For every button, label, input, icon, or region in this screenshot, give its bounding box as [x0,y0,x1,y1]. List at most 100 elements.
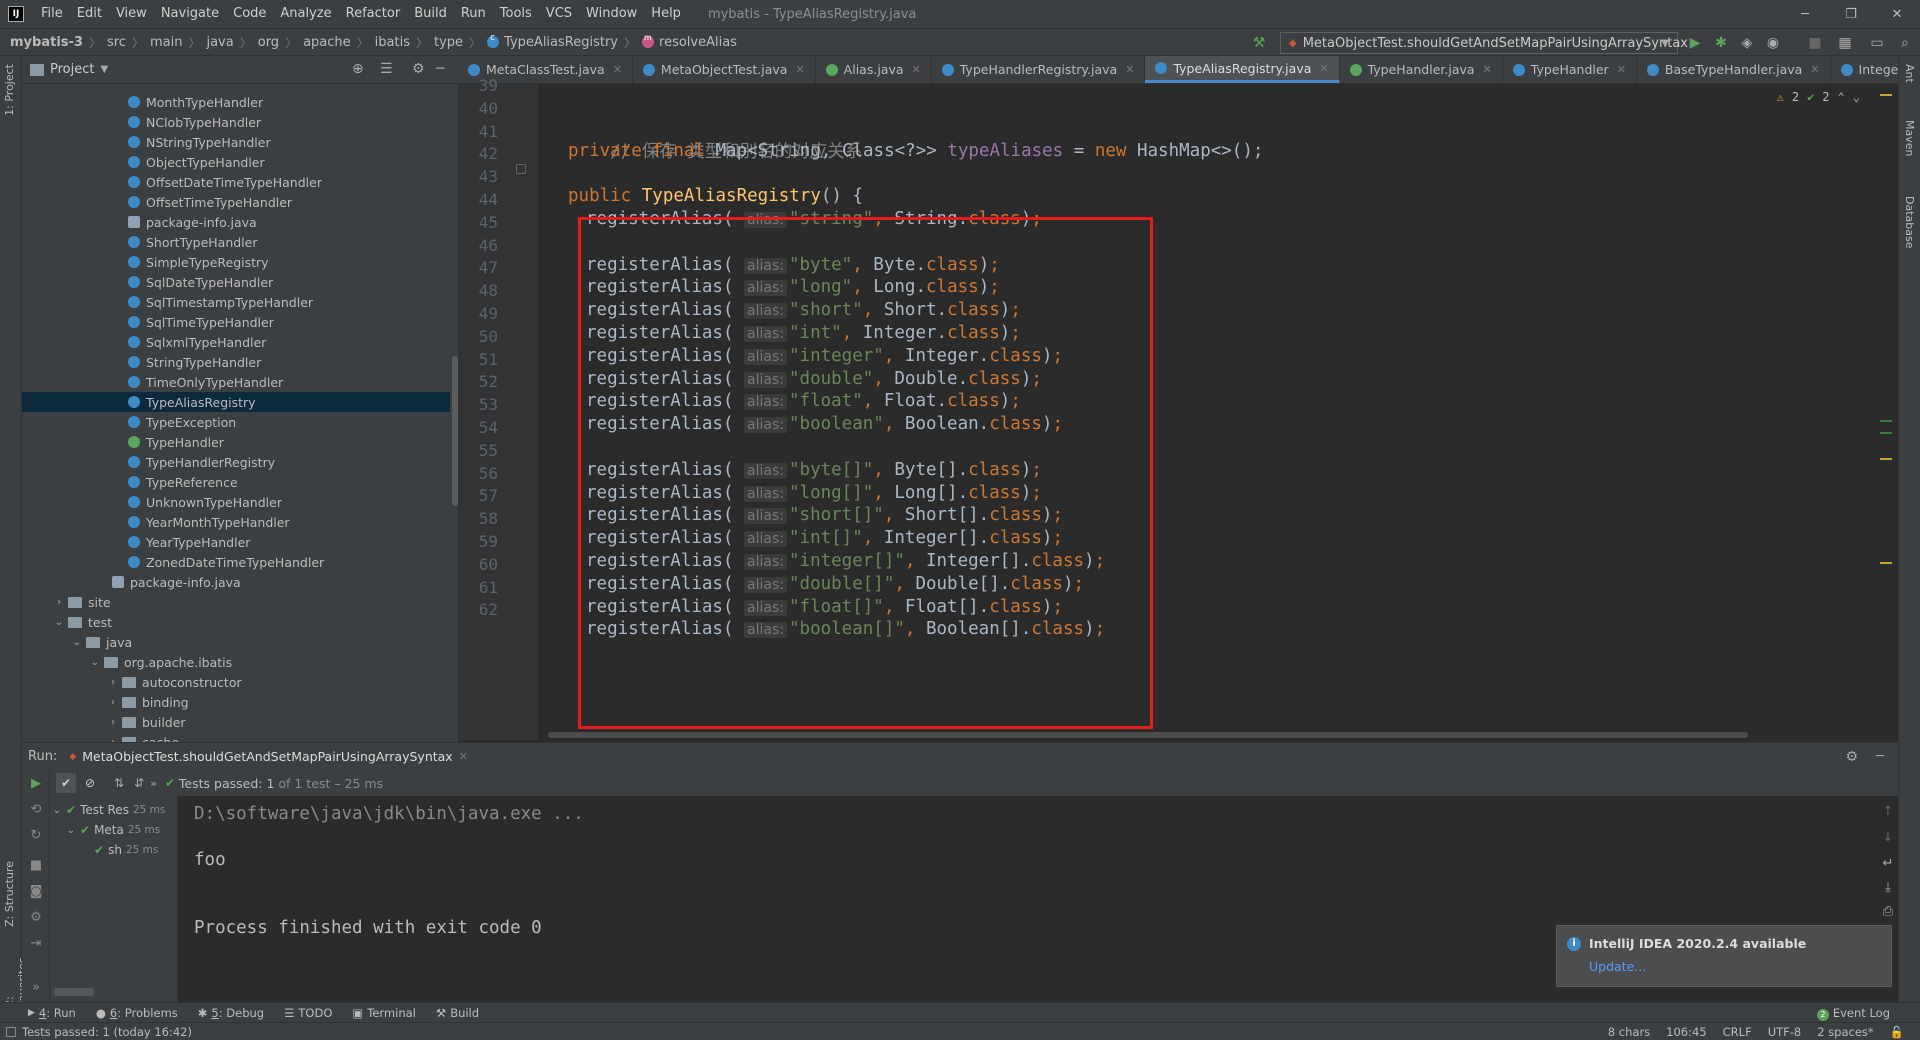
menu-file[interactable]: File [34,0,70,28]
ant-tool-tab[interactable]: Ant [1903,64,1916,83]
lock-icon[interactable]: 🔓 [1890,1025,1904,1039]
restore-icon[interactable]: ❐ [1828,0,1874,28]
tree-item[interactable]: SqlTimestampTypeHandler [22,292,450,312]
debug-tool-button[interactable]: ✱ 5: Debug [198,1006,264,1020]
tree-item[interactable]: package-info.java [22,572,450,592]
project-view-selector[interactable]: Project [50,62,94,77]
tree-item[interactable]: SqlxmlTypeHandler [22,332,450,352]
soft-wrap-icon[interactable]: ↵ [1880,856,1896,872]
breadcrumb-main[interactable]: main [150,35,182,50]
locate-file-icon[interactable]: ⊕ [352,61,364,77]
breadcrumb-ibatis[interactable]: ibatis [375,35,410,50]
error-stripe-mark[interactable] [1880,458,1892,460]
tree-item[interactable]: SimpleTypeRegistry [22,252,450,272]
breadcrumb-type[interactable]: type [434,35,463,50]
close-tab-icon[interactable]: ✕ [613,63,622,76]
minimize-icon[interactable]: ─ [1782,0,1828,28]
rerun-icon[interactable]: ▶ [28,776,44,792]
menu-help[interactable]: Help [644,0,688,28]
stop-icon[interactable]: ■ [28,858,44,874]
gear-icon[interactable]: ⚙ [1845,749,1858,765]
chevron-down-icon[interactable]: ⌄ [64,825,78,836]
close-window-icon[interactable]: ✕ [1874,0,1920,28]
project-structure-icon[interactable]: ▦ [1836,34,1854,52]
close-tab-icon[interactable]: ✕ [795,63,804,76]
hide-panel-icon[interactable]: ─ [436,61,444,77]
menu-code[interactable]: Code [226,0,273,28]
run-tab[interactable]: ◆ MetaObjectTest.shouldGetAndSetMapPairU… [69,749,468,764]
chevron-right-icon[interactable]: › [106,677,120,688]
inspection-indicator[interactable]: ⚠ 2 ✔ 2 ⌃ ⌄ [1777,90,1860,104]
error-stripe-mark[interactable] [1880,420,1892,422]
tree-item[interactable]: YearTypeHandler [22,532,450,552]
tree-item[interactable]: TypeHandlerRegistry [22,452,450,472]
tree-item[interactable]: TypeAliasRegistry [22,392,450,412]
terminal-tool-button[interactable]: ▣ Terminal [352,1006,415,1020]
status-message[interactable]: Tests passed: 1 (today 16:42) [22,1025,192,1039]
error-stripe-mark[interactable] [1880,432,1892,434]
editor-horizontal-scrollbar[interactable] [548,732,1748,738]
status-toggle-icon[interactable] [6,1026,16,1037]
build-tool-button[interactable]: ⚒ Build [436,1006,479,1020]
print-icon[interactable]: ⎙ [1880,904,1896,920]
tree-item[interactable]: NStringTypeHandler [22,132,450,152]
code-editor[interactable]: ⚠ 2 ✔ 2 ⌃ ⌄ // 保存 类型和别名的对应关系 private fin… [538,84,1874,740]
breadcrumb-method[interactable]: resolveAlias [659,35,737,50]
tree-folder[interactable]: ⌄ org.apache.ibatis [22,652,450,672]
tree-item[interactable]: TimeOnlyTypeHandler [22,372,450,392]
menu-tools[interactable]: Tools [493,0,539,28]
problems-tool-button[interactable]: ● 6: Problems [96,1006,178,1020]
editor-error-stripe[interactable] [1874,84,1898,740]
editor-tab[interactable]: IntegerTypeHandler.ja [1831,56,1898,83]
show-ignored-icon[interactable]: ⊘ [80,773,100,793]
chevron-down-icon[interactable]: ⌄ [50,805,64,816]
menu-build[interactable]: Build [407,0,454,28]
tree-folder[interactable]: › cache [22,732,450,742]
show-passed-icon[interactable]: ✔ [56,773,76,793]
menu-refactor[interactable]: Refactor [339,0,408,28]
menu-run[interactable]: Run [454,0,493,28]
breadcrumb-src[interactable]: src [107,35,126,50]
hide-panel-icon[interactable]: ─ [1876,749,1884,764]
editor-tab[interactable]: MetaObjectTest.java ✕ [633,56,816,83]
menu-window[interactable]: Window [579,0,644,28]
indent-setting[interactable]: 2 spaces* [1817,1025,1873,1039]
stop-icon[interactable]: ■ [1806,34,1824,52]
chevron-right-icon[interactable]: › [106,717,120,728]
chevron-up-icon[interactable]: ⌃ [1838,90,1845,104]
file-encoding[interactable]: UTF-8 [1768,1025,1802,1039]
chevron-down-icon[interactable]: ⌄ [70,637,84,648]
more-icon[interactable]: » [150,777,157,790]
run-configuration-select[interactable]: ◆ MetaObjectTest.shouldGetAndSetMapPairU… [1280,32,1688,54]
database-tool-tab[interactable]: Database [1903,196,1916,249]
tree-folder[interactable]: › binding [22,692,450,712]
tree-item[interactable]: StringTypeHandler [22,352,450,372]
tree-item[interactable]: SqlDateTypeHandler [22,272,450,292]
menu-edit[interactable]: Edit [70,0,109,28]
close-tab-icon[interactable]: ✕ [1125,63,1134,76]
close-tab-icon[interactable]: ✕ [1319,62,1328,75]
breadcrumb-org[interactable]: org [258,35,279,50]
run-tool-button[interactable]: ▶ 4: Run [28,1006,76,1020]
rerun-failed-icon[interactable]: ⟲ [28,802,44,818]
menu-view[interactable]: View [109,0,154,28]
event-log-button[interactable]: 2 Event Log [1816,1006,1890,1021]
toggle-auto-test-icon[interactable]: ↻ [28,828,44,844]
arrow-down-icon[interactable]: ↓ [1880,830,1896,846]
editor-tab[interactable]: BaseTypeHandler.java ✕ [1637,56,1831,83]
tree-item[interactable]: OffsetTimeTypeHandler [22,192,450,212]
test-tree-row[interactable]: ✔ sh 25 ms [94,840,158,860]
menu-vcs[interactable]: VCS [539,0,579,28]
more-icon[interactable]: » [28,980,44,996]
tree-item[interactable]: ShortTypeHandler [22,232,450,252]
close-tab-icon[interactable]: ✕ [1617,63,1626,76]
editor-tab[interactable]: TypeAliasRegistry.java ✕ [1145,56,1340,83]
tree-item[interactable]: TypeHandler [22,432,450,452]
camera-icon[interactable]: ◙ [28,884,44,900]
sort-duration-icon[interactable]: ⇵ [134,776,144,790]
tree-item[interactable]: TypeException [22,412,450,432]
tree-item[interactable]: MonthTypeHandler [22,92,450,112]
menu-navigate[interactable]: Navigate [154,0,226,28]
debug-icon[interactable]: ✱ [1712,34,1730,52]
structure-tool-tab[interactable]: Z: Structure [3,861,16,927]
